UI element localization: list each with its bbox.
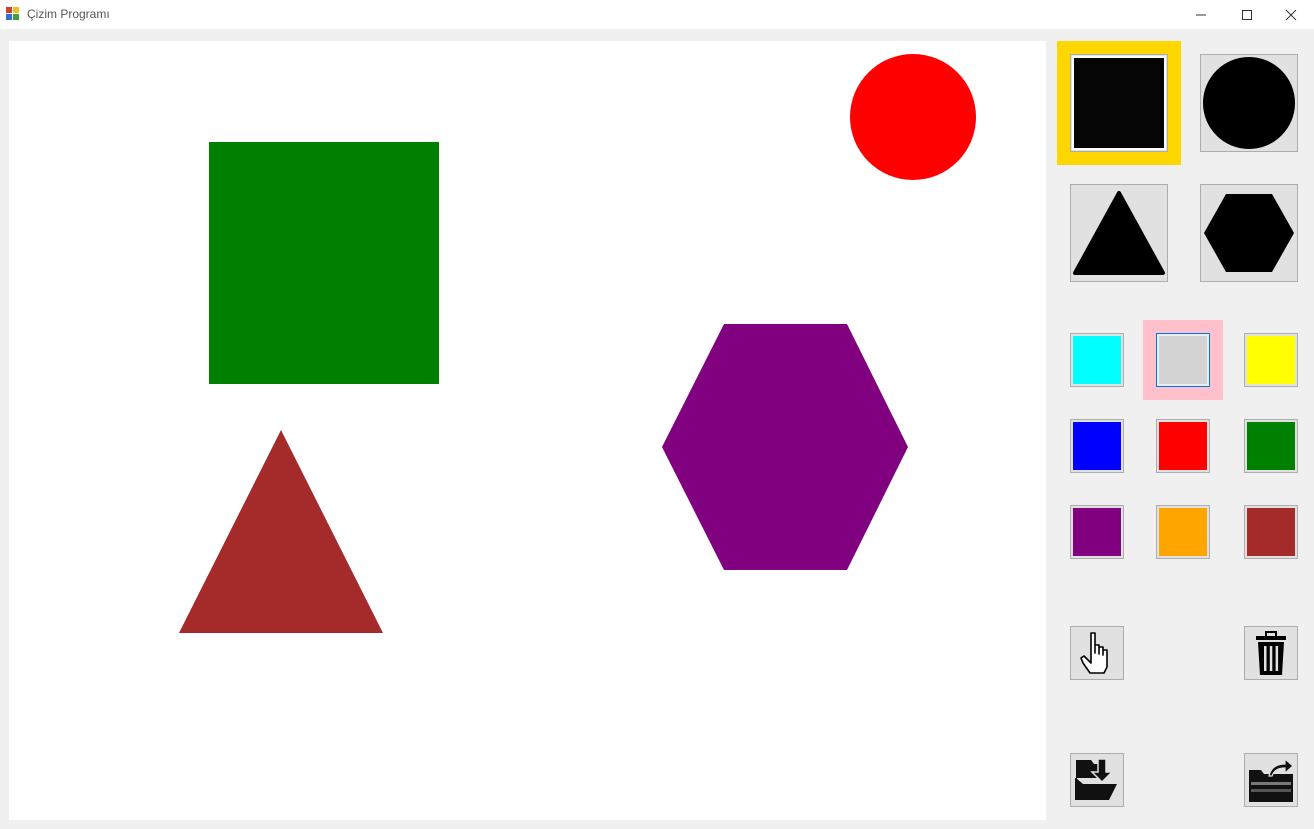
color-swatch-lightgray[interactable] — [1156, 333, 1210, 387]
select-tool-button[interactable] — [1070, 626, 1124, 680]
color-swatch-red[interactable] — [1156, 419, 1210, 473]
square-icon — [1072, 56, 1166, 150]
minimize-icon — [1196, 14, 1206, 15]
minimize-button[interactable] — [1178, 0, 1224, 29]
triangle-tool-button[interactable] — [1070, 184, 1168, 282]
color-swatch-green[interactable] — [1244, 419, 1298, 473]
color-swatch-purple[interactable] — [1070, 505, 1124, 559]
swatch-fill — [1159, 422, 1207, 470]
color-swatch-yellow[interactable] — [1244, 333, 1298, 387]
swatch-fill — [1247, 336, 1295, 384]
hexagon-tool-button[interactable] — [1200, 184, 1298, 282]
triangle-icon — [1073, 191, 1165, 275]
swatch-fill — [1159, 508, 1207, 556]
circle-tool-button[interactable] — [1200, 54, 1298, 152]
title-bar: Çizim Programı — [0, 0, 1314, 29]
maximize-button[interactable] — [1224, 0, 1270, 29]
app-icon — [6, 7, 20, 21]
swatch-fill — [1247, 508, 1295, 556]
save-button[interactable] — [1070, 753, 1124, 807]
swatch-fill — [1073, 422, 1121, 470]
drawing-canvas[interactable] — [9, 41, 1046, 820]
open-button[interactable] — [1244, 753, 1298, 807]
color-swatch-cyan[interactable] — [1070, 333, 1124, 387]
color-swatch-blue[interactable] — [1070, 419, 1124, 473]
maximize-icon — [1242, 9, 1252, 20]
square-tool-button[interactable] — [1070, 54, 1168, 152]
color-swatch-orange[interactable] — [1156, 505, 1210, 559]
canvas-square[interactable] — [209, 142, 439, 384]
canvas-circle[interactable] — [850, 54, 976, 180]
circle-icon — [1203, 57, 1295, 149]
swatch-fill — [1073, 336, 1121, 384]
close-button[interactable] — [1268, 0, 1314, 29]
delete-button[interactable] — [1244, 626, 1298, 680]
swatch-fill — [1073, 508, 1121, 556]
hexagon-icon — [1204, 194, 1294, 272]
trash-icon — [1256, 631, 1286, 675]
color-swatch-brown[interactable] — [1244, 505, 1298, 559]
canvas-triangle[interactable] — [179, 430, 383, 633]
close-icon — [1285, 9, 1297, 20]
open-folder-icon — [1249, 757, 1294, 802]
hand-pointer-icon — [1080, 632, 1108, 674]
swatch-fill — [1247, 422, 1295, 470]
save-folder-icon — [1075, 758, 1117, 800]
canvas-hexagon[interactable] — [662, 324, 908, 570]
window-title: Çizim Programı — [27, 7, 110, 21]
swatch-fill — [1159, 336, 1207, 384]
